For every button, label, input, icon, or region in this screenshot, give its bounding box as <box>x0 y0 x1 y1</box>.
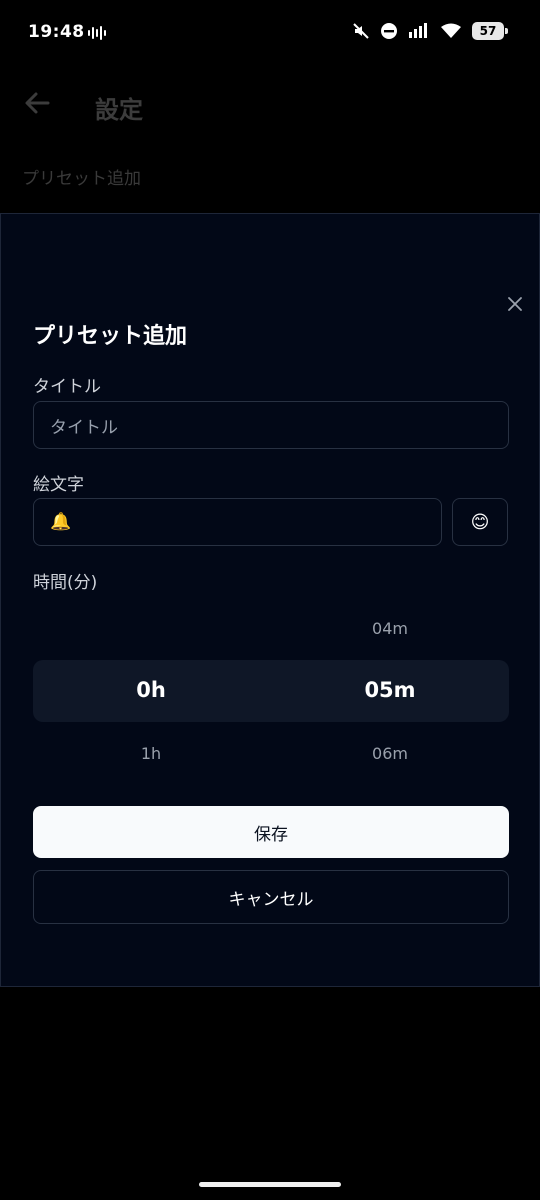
title-input-placeholder: タイトル <box>50 417 118 438</box>
mute-icon <box>353 23 369 39</box>
emoji-picker-button[interactable]: 😊 <box>452 498 508 546</box>
signal-icon <box>409 23 427 38</box>
minute-option-selected[interactable]: 05m <box>330 678 450 702</box>
status-time: 19:48 <box>28 22 85 42</box>
time-label: 時間(分) <box>33 573 98 593</box>
minute-option-below[interactable]: 06m <box>330 744 450 763</box>
battery-level: 57 <box>479 24 497 38</box>
title-label: タイトル <box>33 377 101 397</box>
minute-option-above[interactable]: 04m <box>330 619 450 638</box>
page-title: 設定 <box>95 96 143 124</box>
section-label: プリセット追加 <box>22 169 141 189</box>
wifi-icon <box>441 23 461 38</box>
do-not-disturb-icon <box>381 23 397 39</box>
back-arrow-icon[interactable] <box>22 88 52 118</box>
close-icon[interactable] <box>505 294 525 314</box>
save-button[interactable]: 保存 <box>33 806 509 858</box>
status-bar: 19:48 57 <box>0 0 540 64</box>
emoji-value: 🔔 <box>50 512 72 532</box>
preset-add-dialog: プリセット追加 タイトル タイトル 絵文字 🔔 😊 時間(分) 0h 1h 04… <box>0 213 540 987</box>
sound-wave-icon <box>88 26 106 40</box>
settings-page: 設定 プリセット追加 <box>0 64 540 224</box>
battery-icon: 57 <box>472 22 508 40</box>
hour-option-selected[interactable]: 0h <box>91 678 211 702</box>
home-indicator[interactable] <box>199 1182 341 1187</box>
cancel-button[interactable]: キャンセル <box>33 870 509 924</box>
emoji-input[interactable]: 🔔 <box>33 498 442 546</box>
smiley-icon: 😊 <box>470 511 490 533</box>
emoji-label: 絵文字 <box>33 475 84 495</box>
dialog-title: プリセット追加 <box>33 324 188 349</box>
title-input[interactable]: タイトル <box>33 401 509 449</box>
hour-option-below[interactable]: 1h <box>91 744 211 763</box>
